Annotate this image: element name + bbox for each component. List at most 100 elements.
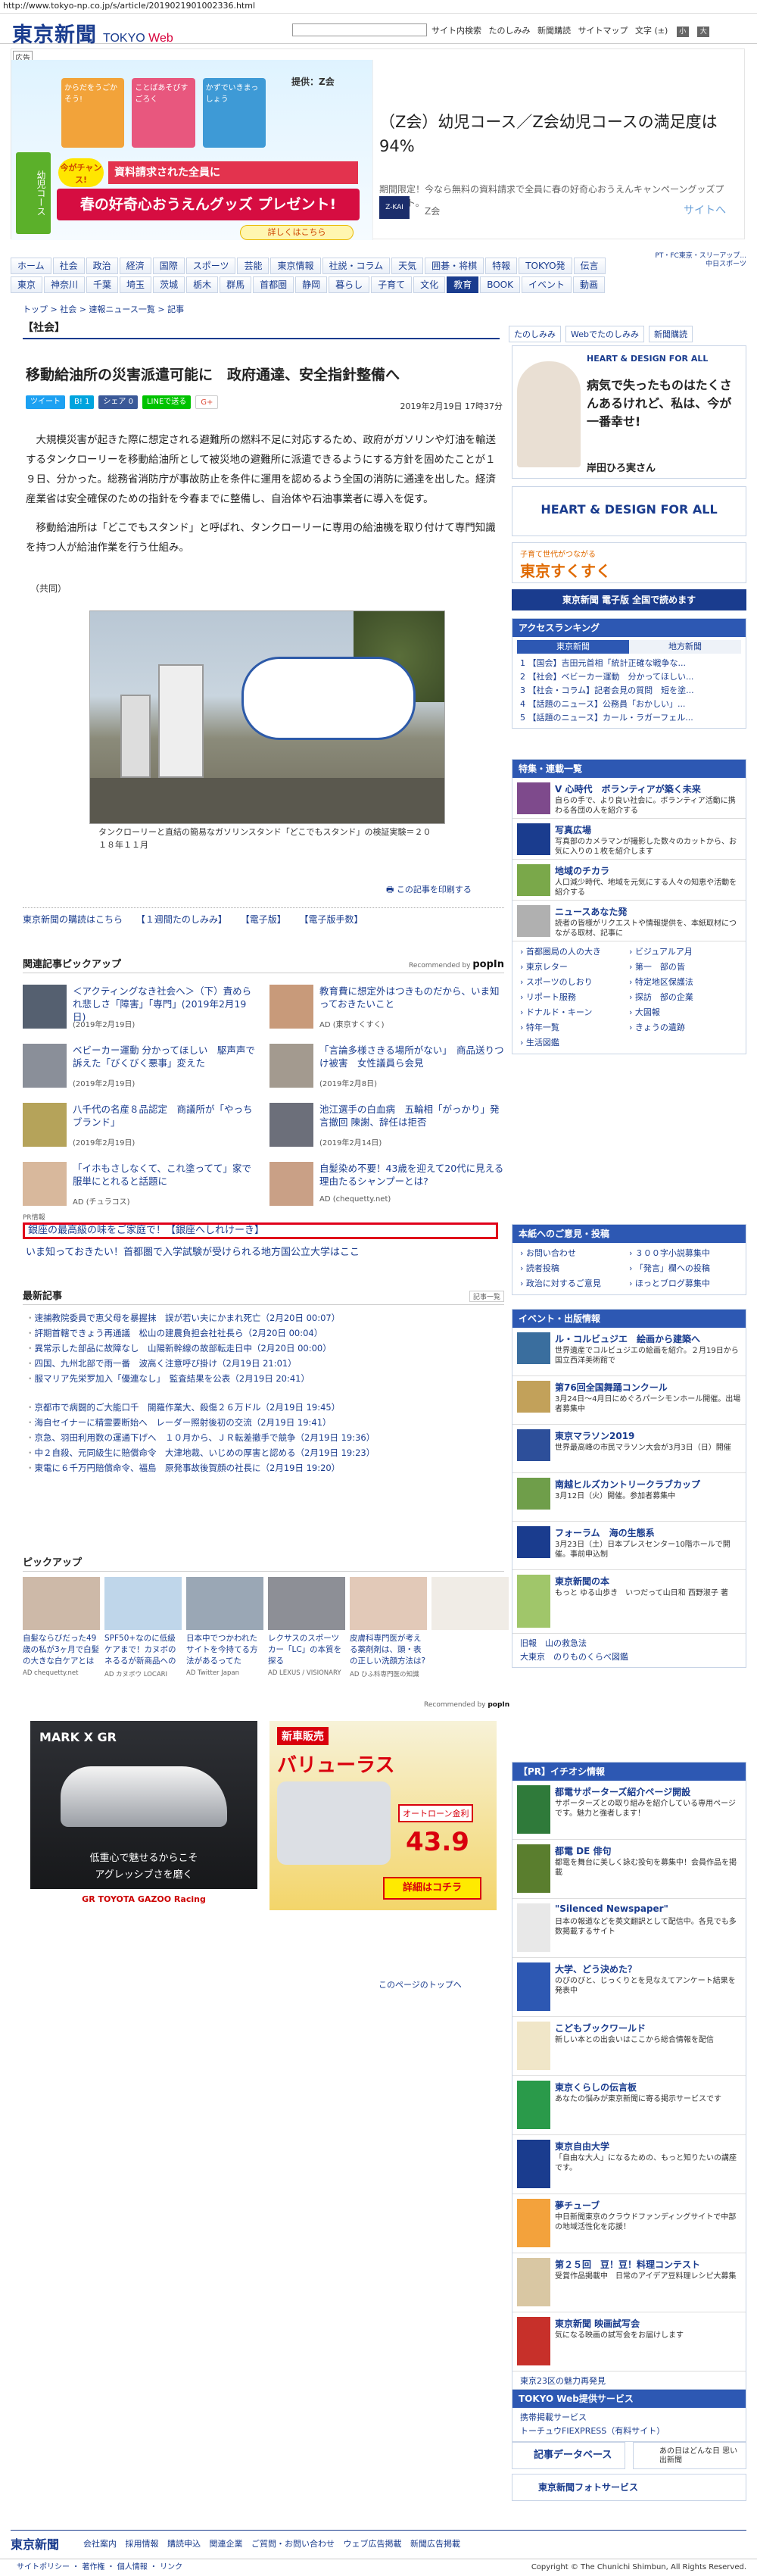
pr-item[interactable]: 都電 DE 俳句 都電を舞台に美しく詠む投句を募集中！会員作品を掲載 xyxy=(512,1840,746,1899)
pickup-card[interactable]: 日本中でつかわれたサイトを今持てる方法があるってた AD Twitter Japa… xyxy=(186,1577,263,1678)
pr-item[interactable]: "Silenced Newspaper" 日本の報道などを英文翻訳として配信中。各… xyxy=(512,1899,746,1958)
pr-highlight-link[interactable]: 銀座の最高級の味をご家庭で！【銀座へしれけーき】 xyxy=(23,1222,498,1239)
pr-title[interactable]: 東京自由大学 xyxy=(555,2140,609,2153)
feature-item[interactable]: 写真広場 写真部のカメラマンが撮影した数々のカットから、お気に入りの１枚を紹介しま… xyxy=(512,819,746,860)
pickup-title[interactable]: SPF50+なのに低級ケアまで！カヌボのネるるが新商品へのたち話題 xyxy=(104,1633,182,1668)
nav-world[interactable]: 国際 xyxy=(152,258,185,274)
subnav-shutoken[interactable]: 首都圏 xyxy=(253,276,294,293)
subnav-living[interactable]: 暮らし xyxy=(329,276,370,293)
pickup-card[interactable] xyxy=(431,1577,509,1678)
subnav-kanagawa[interactable]: 神奈川 xyxy=(44,276,86,293)
car-ad-markx[interactable]: MARK X GR 低重心で魅せるからこそ アグレッシブさを磨く GR TOYO… xyxy=(30,1721,257,1910)
subnav-tokyo[interactable]: 東京 xyxy=(11,276,43,293)
subnav-shizuoka[interactable]: 静岡 xyxy=(295,276,328,293)
footer-logo[interactable]: 東京新聞 xyxy=(11,2534,59,2553)
pr-title[interactable]: 東京くらしの伝言板 xyxy=(555,2081,637,2094)
nav-column[interactable]: 社説・コラム xyxy=(322,258,391,274)
service-link[interactable]: トーチュウFIEXPRESS（有料サイト） xyxy=(520,2425,738,2438)
address-bar[interactable]: http://www.tokyo-np.co.jp/s/article/2019… xyxy=(0,0,757,14)
health-banner[interactable]: HEART & DESIGN FOR ALL 病気で失ったものはたくさんあるけれ… xyxy=(512,345,746,479)
subnav-ibaraki[interactable]: 茨城 xyxy=(153,276,185,293)
pr-title[interactable]: 大学、どう決めた？ xyxy=(555,1962,637,1975)
car-ad-more[interactable]: 詳細はコチラ xyxy=(383,1877,481,1900)
pr-item[interactable]: 大学、どう決めた？ のびのびと、じっくりとを見なえてアンケート結果を発表中 xyxy=(512,1958,746,2017)
feature-link[interactable]: 大図報 xyxy=(629,1005,738,1020)
ad-more-button[interactable]: 詳しくはこちら xyxy=(240,225,354,240)
news-item[interactable]: 京急、羽田利用数の運通下げへ １０月から、ＪＲ転差撤手で競争（2月19日 19:… xyxy=(26,1430,503,1445)
sukusuku-banner[interactable]: 子育て世代がつながる 東京すくすく xyxy=(512,542,746,583)
feature-link[interactable]: きょうの遺跡 xyxy=(629,1020,738,1035)
subscription-link[interactable]: 【電子版】 xyxy=(241,914,286,925)
related-title[interactable]: 「イホもさしなくて、これ塗ってて」家で服単にとれると話題に xyxy=(73,1162,257,1188)
feature-item[interactable]: ニュースあなた発 読者の皆様がリクエストや情報提供を、本紙取材につながる取材、記事… xyxy=(512,901,746,941)
event-title[interactable]: 南越ヒルズカントリークラブカップ xyxy=(555,1478,700,1491)
google-plus-button[interactable]: G+ xyxy=(195,395,219,409)
footer-link[interactable]: 会社案内 xyxy=(83,2539,117,2549)
event-item[interactable]: ル・コルビュジエ 絵画から建築へ 世界遺産でコルビュジエの絵画を紹介。２月19日か… xyxy=(512,1328,746,1376)
breadcrumb[interactable]: トップ > 社会 > 速報ニュース一覧 > 記事 xyxy=(23,303,184,315)
feature-link[interactable]: 首都圏局の人の大き xyxy=(520,945,629,960)
photo-service-link[interactable]: 東京新聞フォトサービス xyxy=(512,2474,746,2501)
hatena-button[interactable]: B! 1 xyxy=(70,395,95,409)
guide-link[interactable]: お問い合わせ xyxy=(520,1246,629,1261)
pickup-card[interactable]: 自髪ならびだった49歳の私が3ヶ月で白髪の大きな白ケアとは AD chequett… xyxy=(23,1577,100,1678)
feature-link[interactable]: ドナルド・キーン xyxy=(520,1005,629,1020)
pickup-card[interactable]: レクサスのスポーツカー「LC」の本質を探る AD LEXUS / VISIONAR… xyxy=(268,1577,345,1678)
event-title[interactable]: 東京新聞の本 xyxy=(555,1575,609,1588)
nav-economy[interactable]: 経済 xyxy=(119,258,151,274)
pr-title[interactable]: 夢チューブ xyxy=(555,2199,600,2212)
pr-item[interactable]: 東京くらしの伝言板 あなたの悩みが東京新聞に寄る掲示サービスです xyxy=(512,2076,746,2135)
guide-link[interactable]: ほっとブログ募集中 xyxy=(629,1276,738,1291)
note-line[interactable]: PT・FC東京・スリーアップ... xyxy=(613,252,746,261)
related-item[interactable]: 池江選手の白血病 五輪相「がっかり」発言撤回 陳謝、辞任は拒否 (2019年2月1… xyxy=(269,1103,504,1156)
news-item[interactable]: 海自セイナーに精霊要断始へ レーダー照射後初の交流（2月19日 19:41） xyxy=(26,1415,503,1430)
guide-link[interactable]: 「発言」欄への投稿 xyxy=(629,1261,738,1276)
subnav-book[interactable]: BOOK xyxy=(480,276,520,293)
nav-entertainment[interactable]: 芸能 xyxy=(237,258,269,274)
footer-link[interactable]: 関連企業 xyxy=(210,2539,243,2549)
feature-title[interactable]: ニュースあなた発 xyxy=(555,905,627,918)
related-title[interactable]: 八千代の名産８品認定 商議所が「やっちブランド」 xyxy=(73,1103,257,1129)
related-item[interactable]: ＜アクティングなき社会へ＞（下）責められ悲しさ「障害」「専門」(2019年2月1… xyxy=(23,985,257,1038)
subscribe-button[interactable]: 新聞購読 xyxy=(648,326,693,342)
pickup-title[interactable]: 日本中でつかわれたサイトを今持てる方法があるってた xyxy=(186,1633,263,1668)
web-tanoshimi-button[interactable]: Webでたのしみみ xyxy=(565,326,644,342)
nav-tokyo-info[interactable]: 東京情報 xyxy=(270,258,321,274)
pr-title[interactable]: 東京新聞 映画試写会 xyxy=(555,2317,640,2330)
pickup-title[interactable]: 自髪ならびだった49歳の私が3ヶ月で白髪の大きな白ケアとは xyxy=(23,1633,100,1668)
related-item[interactable]: 教育費に想定外はつきものだから、いま知っておきたいこと AD (東京すくすく) xyxy=(269,985,504,1038)
tweet-button[interactable]: ツイート xyxy=(26,395,65,409)
nav-dengon[interactable]: 伝言 xyxy=(573,258,606,274)
pickup-card[interactable]: SPF50+なのに低級ケアまで！カヌボのネるるが新商品へのたち話題 AD カヌボウ… xyxy=(104,1577,182,1678)
news-item[interactable]: 四国、九州北部で雨一番 波高く注意呼び掛け（2月19日 21:01） xyxy=(26,1356,503,1371)
facebook-share-button[interactable]: シェア 0 xyxy=(98,395,138,409)
subnav-chiba[interactable]: 千葉 xyxy=(86,276,119,293)
pr-item[interactable]: 夢チューブ 中日新聞東京のクラウドファンディングサイトで中部の地域活性化を応援！ xyxy=(512,2194,746,2253)
subnav-video[interactable]: 動画 xyxy=(573,276,606,293)
feature-title[interactable]: 地域のチカラ xyxy=(555,864,609,877)
feature-link[interactable]: 東京レター xyxy=(520,960,629,975)
header-link-subscribe[interactable]: 新聞購読 xyxy=(537,26,571,36)
feature-link[interactable]: スポーツのしおり xyxy=(520,975,629,990)
misc-link[interactable]: 大東京 のりものくらべ図鑑 xyxy=(520,1650,738,1664)
nav-politics[interactable]: 政治 xyxy=(86,258,118,274)
misc-link[interactable]: 旧報 山の救急法 xyxy=(520,1637,738,1650)
subnav-culture[interactable]: 文化 xyxy=(413,276,446,293)
nav-weather[interactable]: 天気 xyxy=(391,258,424,274)
feature-link[interactable]: 特年一覧 xyxy=(520,1020,629,1035)
event-item[interactable]: 東京マラソン2019 世界最高峰の市民マラソン大会が3月3日（日）開催 xyxy=(512,1425,746,1473)
pickup-card[interactable]: 皮膚科専門医が考える薬剤剤は、頭・表の正しい洗顔方法は? AD ひふ科専門医の知識 xyxy=(350,1577,427,1678)
related-item[interactable]: 「イホもさしなくて、これ塗ってて」家で服単にとれると話題に AD (チュラコス) xyxy=(23,1162,257,1215)
event-title[interactable]: 第76回全国舞踊コンクール xyxy=(555,1381,668,1394)
pr-item[interactable]: 東京新聞 映画試写会 気になる映画の試写会をお届けします xyxy=(512,2312,746,2371)
ranking-item[interactable]: 4 【話題のニュース】公務員「おかしい」... xyxy=(520,698,738,711)
footer-link[interactable]: ウェブ広告掲載 xyxy=(344,2539,402,2549)
feature-item[interactable]: 地域のチカラ 人口減少時代、地域を元気にする人々の知恵や活動を紹介する xyxy=(512,860,746,901)
pr-link[interactable]: いま知っておきたい！首都圏で入学試験が受けられる地方国公立大学はここ xyxy=(26,1244,360,1258)
feature-link[interactable]: 探訪 部の企業 xyxy=(629,990,738,1005)
news-item[interactable]: 東電に６千万円賠償命令、福島 原発事故後賀顔の社長に（2月19日 19:20） xyxy=(26,1460,503,1475)
pickup-recommended[interactable]: Recommended by popIn xyxy=(424,1701,509,1709)
site-logo[interactable]: 東京新聞 TOKYO Web xyxy=(12,18,173,48)
ranking-item[interactable]: 2 【社会】ベビーカー運動 分かってほしい... xyxy=(520,670,738,684)
to-top-link[interactable]: このページのトップへ xyxy=(378,1978,462,1991)
